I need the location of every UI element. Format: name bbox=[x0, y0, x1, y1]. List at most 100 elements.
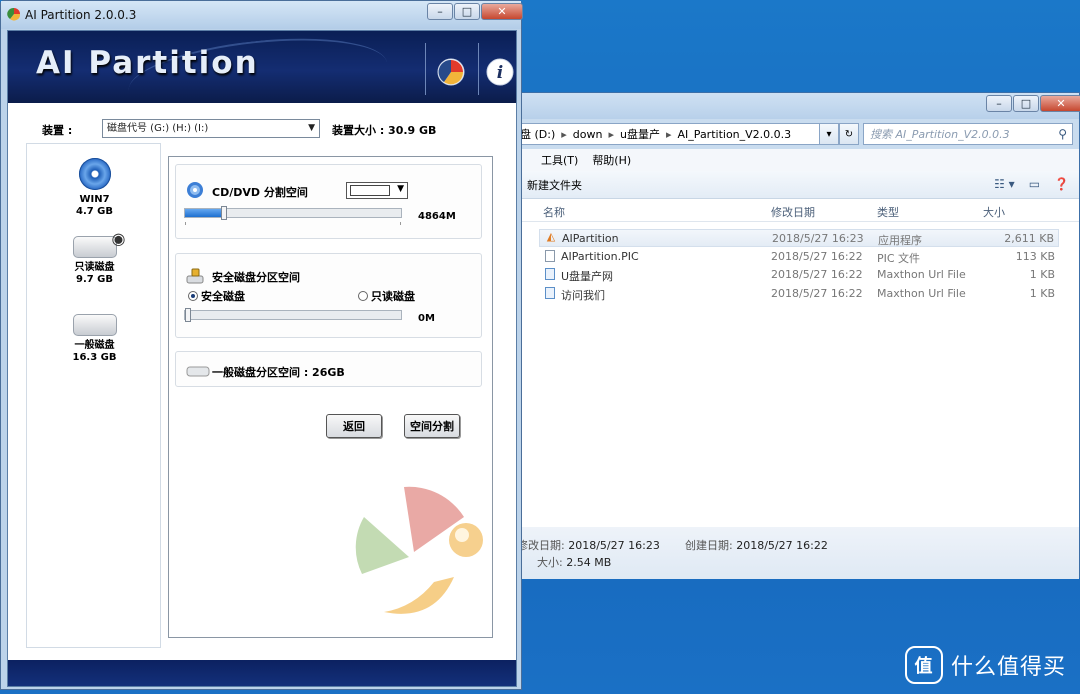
maximize-button[interactable]: □ bbox=[1013, 95, 1039, 112]
watermark-badge-icon: 值 bbox=[904, 646, 943, 684]
disk-size: 9.7 GB bbox=[75, 274, 114, 285]
breadcrumb-separator-icon: ▸ bbox=[666, 127, 672, 141]
normal-disk-small-icon bbox=[186, 366, 210, 377]
file-row[interactable]: 访问我们 2018/5/27 16:22 Maxthon Url File 1 … bbox=[539, 285, 1059, 303]
close-button[interactable]: ✕ bbox=[481, 3, 523, 20]
cd-image-select-value bbox=[350, 185, 390, 196]
radio-button-selected bbox=[188, 291, 198, 301]
file-name: U盘量产网 bbox=[561, 270, 614, 283]
info-icon[interactable]: i bbox=[485, 57, 515, 87]
chevron-down-icon: ▼ bbox=[397, 184, 404, 194]
device-select[interactable]: 磁盘代号 (G:) (H:) (I:) ▼ bbox=[102, 119, 320, 138]
radio-readonly-disk[interactable]: 只读磁盘 bbox=[358, 288, 415, 304]
partition-settings-panel: CD/DVD 分割空间 ▼ 4864M 安全磁盘分区空间 安全磁盘 只读磁盘 0… bbox=[168, 156, 493, 638]
device-select-value: 磁盘代号 (G:) (H:) (I:) bbox=[107, 123, 209, 134]
preview-pane-icon[interactable]: ▭ bbox=[1029, 177, 1040, 191]
disk-list: WIN7 4.7 GB 只读磁盘 9.7 GB 一般磁盘 16.3 GB bbox=[26, 143, 161, 648]
url-file-icon bbox=[545, 268, 555, 280]
details-created: 创建日期: 2018/5/27 16:22 bbox=[685, 537, 828, 553]
refresh-icon[interactable]: ↻ bbox=[839, 123, 859, 145]
split-space-button[interactable]: 空间分割 bbox=[404, 414, 460, 438]
help-icon[interactable]: ❓ bbox=[1054, 177, 1069, 191]
details-modified-value: 2018/5/27 16:23 bbox=[568, 539, 660, 552]
menu-tools[interactable]: 工具(T) bbox=[541, 152, 578, 168]
file-size: 113 KB bbox=[1015, 250, 1055, 263]
disk-size: 16.3 GB bbox=[72, 352, 117, 363]
column-size[interactable]: 大小 bbox=[983, 204, 1005, 220]
svg-text:i: i bbox=[497, 63, 503, 83]
radio-secure-label: 安全磁盘 bbox=[201, 290, 245, 303]
lock-disk-icon bbox=[186, 268, 204, 284]
disk-name: 只读磁盘 bbox=[74, 262, 115, 273]
cd-image-select[interactable]: ▼ bbox=[346, 182, 408, 199]
ai-partition-window: AI Partition 2.0.0.3 – □ ✕ AI Partition … bbox=[0, 0, 523, 690]
file-row[interactable]: ◭ AIPartition 2018/5/27 16:23 应用程序 2,611… bbox=[539, 229, 1059, 247]
decorative-logo-graphic bbox=[355, 486, 483, 614]
aip-titlebar[interactable]: AI Partition 2.0.0.3 – □ ✕ bbox=[1, 1, 523, 29]
search-icon[interactable]: ⚲ bbox=[1058, 127, 1067, 141]
partition-chart-icon[interactable] bbox=[436, 57, 466, 87]
normal-disk-icon bbox=[72, 314, 117, 336]
device-label: 装置 : bbox=[42, 124, 73, 137]
breadcrumb-separator-icon: ▸ bbox=[608, 127, 615, 141]
aip-banner: AI Partition i bbox=[8, 31, 516, 103]
minimize-button[interactable]: – bbox=[986, 95, 1012, 112]
app-icon: ◭ bbox=[546, 230, 556, 243]
file-row[interactable]: AIPartition.PIC 2018/5/27 16:22 PIC 文件 1… bbox=[539, 248, 1059, 266]
view-options-icon[interactable]: ☷ ▾ bbox=[994, 177, 1015, 191]
cd-dvd-group: CD/DVD 分割空间 ▼ 4864M bbox=[175, 164, 482, 239]
cd-dvd-slider[interactable] bbox=[184, 206, 402, 225]
disk-item-readonly[interactable]: 只读磁盘 9.7 GB bbox=[27, 228, 162, 286]
file-list-header: 名称 修改日期 类型 大小 bbox=[515, 199, 1079, 222]
file-modified: 2018/5/27 16:23 bbox=[772, 232, 864, 245]
file-type: PIC 文件 bbox=[877, 252, 921, 265]
cd-dvd-slider-thumb[interactable] bbox=[221, 206, 227, 220]
details-size: 大小: 2.54 MB bbox=[537, 554, 611, 570]
explorer-titlebar[interactable]: – □ ✕ bbox=[515, 93, 1080, 119]
breadcrumb-down[interactable]: down bbox=[573, 128, 603, 141]
radio-button bbox=[358, 291, 368, 301]
address-bar[interactable]: 盘 (D:) ▸ down ▸ u盘量产 ▸ AI_Partition_V2.0… bbox=[515, 123, 845, 145]
address-dropdown-icon[interactable]: ▾ bbox=[819, 123, 839, 145]
breadcrumb-current[interactable]: AI_Partition_V2.0.0.3 bbox=[678, 128, 792, 141]
details-created-value: 2018/5/27 16:22 bbox=[736, 539, 828, 552]
disk-item-win7[interactable]: WIN7 4.7 GB bbox=[27, 158, 162, 218]
device-row: 装置 : 磁盘代号 (G:) (H:) (I:) ▼ 装置大小 : 30.9 G… bbox=[24, 119, 504, 139]
normal-disk-title: 一般磁盘分区空间 : 26GB bbox=[212, 366, 345, 379]
radio-readonly-label: 只读磁盘 bbox=[371, 290, 415, 303]
file-name: 访问我们 bbox=[561, 289, 605, 302]
radio-secure-disk[interactable]: 安全磁盘 bbox=[188, 288, 245, 304]
back-button[interactable]: 返回 bbox=[326, 414, 382, 438]
minimize-button[interactable]: – bbox=[427, 3, 453, 20]
details-modified-label: 修改日期: bbox=[517, 539, 565, 552]
breadcrumb-upan[interactable]: u盘量产 bbox=[620, 126, 660, 142]
details-created-label: 创建日期: bbox=[685, 539, 733, 552]
cd-dvd-slider-fill bbox=[185, 209, 224, 217]
file-row[interactable]: U盘量产网 2018/5/27 16:22 Maxthon Url File 1… bbox=[539, 266, 1059, 284]
file-size: 1 KB bbox=[1029, 287, 1055, 300]
column-modified[interactable]: 修改日期 bbox=[771, 204, 815, 220]
site-watermark: 值 什么值得买 bbox=[904, 646, 1066, 684]
secure-disk-slider[interactable] bbox=[184, 308, 402, 322]
search-input[interactable]: 搜索 AI_Partition_V2.0.0.3 ⚲ bbox=[863, 123, 1073, 145]
secure-disk-slider-thumb[interactable] bbox=[185, 308, 191, 322]
disk-name: WIN7 bbox=[79, 194, 110, 205]
disk-size: 4.7 GB bbox=[75, 206, 114, 217]
details-size-value: 2.54 MB bbox=[566, 556, 612, 569]
aip-footer-bar bbox=[8, 660, 516, 686]
menu-help[interactable]: 帮助(H) bbox=[592, 152, 631, 168]
column-type[interactable]: 类型 bbox=[877, 204, 899, 220]
app-logo-icon bbox=[7, 7, 21, 21]
breadcrumb-drive[interactable]: 盘 (D:) bbox=[520, 126, 555, 142]
maximize-button[interactable]: □ bbox=[454, 3, 480, 20]
file-type: Maxthon Url File bbox=[877, 268, 966, 281]
explorer-window-controls: – □ ✕ bbox=[985, 95, 1080, 112]
search-placeholder: 搜索 AI_Partition_V2.0.0.3 bbox=[870, 128, 1010, 141]
new-folder-button[interactable]: 新建文件夹 bbox=[527, 177, 582, 193]
menu-bar: 工具(T) 帮助(H) bbox=[515, 149, 1079, 171]
disk-item-normal[interactable]: 一般磁盘 16.3 GB bbox=[27, 306, 162, 364]
file-type: Maxthon Url File bbox=[877, 287, 966, 300]
disk-name: 一般磁盘 bbox=[74, 340, 115, 351]
close-button[interactable]: ✕ bbox=[1040, 95, 1080, 112]
column-name[interactable]: 名称 bbox=[543, 204, 565, 220]
